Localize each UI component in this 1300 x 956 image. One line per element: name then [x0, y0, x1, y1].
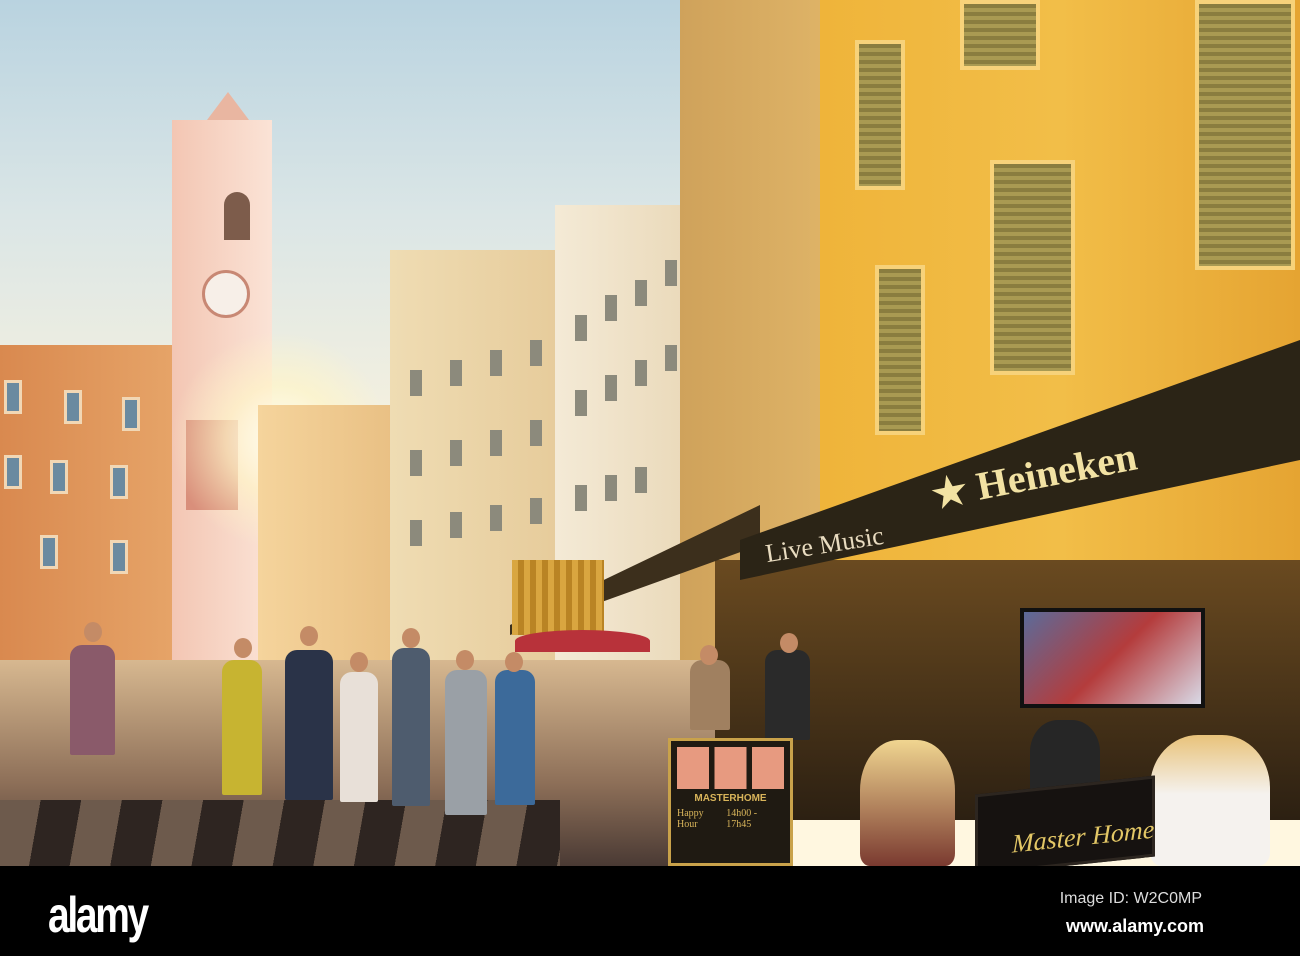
striped-awning [512, 560, 604, 635]
clock-face-icon [202, 270, 250, 318]
alamy-logo: alamy [48, 887, 149, 943]
pedestrian [495, 670, 535, 805]
menu-illustration [677, 747, 784, 789]
pedestrian [392, 648, 430, 806]
pedestrian [690, 660, 730, 730]
alamy-url: www.alamy.com [1065, 916, 1204, 936]
pedestrian [340, 672, 378, 802]
image-id: Image ID: W2C0MP [1059, 890, 1202, 907]
building-mid-1 [258, 405, 393, 665]
pedestrian [285, 650, 333, 800]
happy-hour-menu-board: MASTERHOME Happy Hour 14h00 - 17h45 [668, 738, 793, 866]
waiter [765, 650, 810, 740]
orange-building-left [0, 345, 175, 665]
diner [860, 740, 955, 866]
red-umbrella [515, 630, 650, 652]
tv-screen [1020, 608, 1205, 708]
street-photo: ★ Heineken Live Music MASTERHOME Happy H… [0, 0, 1300, 866]
pedestrian [70, 645, 115, 755]
diner [1150, 735, 1270, 866]
pedestrian [445, 670, 487, 815]
watermark-bar: alamy Image ID: W2C0MP www.alamy.com [0, 866, 1300, 956]
pedestrian [222, 660, 262, 795]
